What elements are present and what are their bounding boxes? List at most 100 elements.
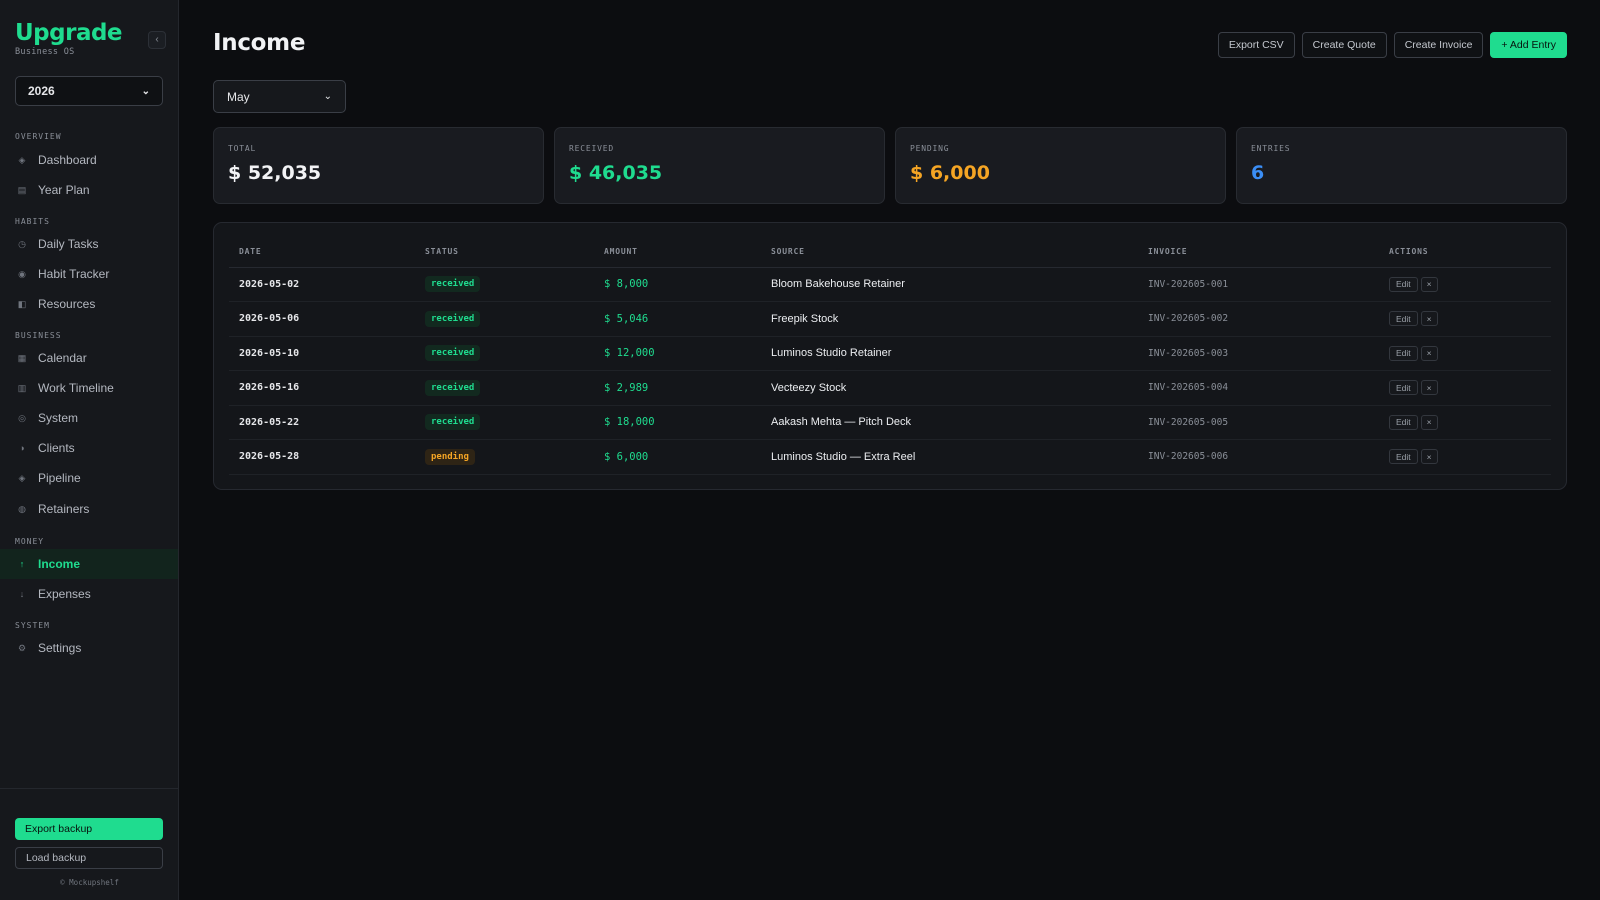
create-quote-button[interactable]: Create Quote bbox=[1301, 32, 1387, 58]
cell-invoice: INV-202605-006 bbox=[1138, 439, 1379, 475]
sidebar-item-label: Expenses bbox=[38, 587, 91, 601]
page-title: Income bbox=[213, 30, 306, 56]
cell-status: received bbox=[415, 405, 594, 440]
sidebar-item-habit-tracker[interactable]: ◉ Habit Tracker bbox=[0, 259, 178, 289]
sidebar-item-income[interactable]: ↑ Income bbox=[0, 549, 178, 579]
cell-date: 2026-05-16 bbox=[229, 370, 415, 406]
cell-status: received bbox=[415, 301, 594, 337]
column-header-amount[interactable]: AMOUNT bbox=[594, 237, 761, 268]
sidebar-item-resources[interactable]: ◧ Resources bbox=[0, 289, 178, 319]
delete-icon[interactable]: × bbox=[1420, 276, 1438, 292]
export-backup-button[interactable]: Export backup bbox=[15, 818, 163, 840]
brand: Upgrade Business OS bbox=[15, 20, 123, 57]
column-header-date[interactable]: DATE bbox=[229, 237, 415, 268]
cell-source: Vecteezy Stock bbox=[761, 370, 1138, 406]
collapse-sidebar-button[interactable]: ‹ bbox=[148, 31, 166, 49]
table-row: 2026-05-28 pending $ 6,000 Luminos Studi… bbox=[229, 439, 1551, 475]
sidebar-item-dashboard[interactable]: ◈ Dashboard bbox=[0, 145, 178, 175]
sidebar-item-year-plan[interactable]: ▤ Year Plan bbox=[0, 175, 178, 205]
sidebar-item-settings[interactable]: ⚙ Settings bbox=[0, 633, 178, 663]
cell-source: Luminos Studio Retainer bbox=[761, 336, 1138, 371]
sidebar-divider bbox=[0, 788, 178, 789]
load-backup-button[interactable]: Load backup bbox=[15, 847, 163, 869]
export-csv-button[interactable]: Export CSV bbox=[1217, 32, 1295, 58]
chevron-down-icon: ⌄ bbox=[141, 85, 150, 97]
sidebar-item-daily-tasks[interactable]: ◷ Daily Tasks bbox=[0, 229, 178, 259]
status-badge: received bbox=[425, 379, 481, 396]
sidebar-item-label: Daily Tasks bbox=[38, 237, 99, 251]
retainers-icon: ◍ bbox=[18, 503, 26, 514]
delete-icon[interactable]: × bbox=[1420, 380, 1438, 396]
sidebar-item-work-timeline[interactable]: ▥ Work Timeline bbox=[0, 373, 178, 403]
sidebar-item-pipeline[interactable]: ◈ Pipeline bbox=[0, 463, 178, 493]
delete-icon[interactable]: × bbox=[1420, 414, 1438, 430]
cell-amount: $ 8,000 bbox=[594, 267, 761, 302]
table-row: 2026-05-06 received $ 5,046 Freepik Stoc… bbox=[229, 301, 1551, 337]
cell-date: 2026-05-22 bbox=[229, 405, 415, 440]
stat-card-entries: ENTRIES 6 bbox=[1236, 127, 1567, 204]
income-table-card: DATE STATUS AMOUNT SOURCE INVOICE ACTION… bbox=[213, 222, 1567, 490]
edit-button[interactable]: Edit bbox=[1389, 276, 1418, 292]
gear-icon: ⚙ bbox=[17, 642, 27, 653]
pipeline-icon: ◈ bbox=[18, 472, 26, 483]
status-badge: received bbox=[425, 414, 481, 431]
cell-status: received bbox=[415, 267, 594, 302]
clients-icon: ◑ bbox=[19, 443, 25, 453]
year-select[interactable]: 2026 ⌄ bbox=[15, 76, 163, 106]
status-badge: pending bbox=[425, 448, 475, 465]
add-entry-button[interactable]: + Add Entry bbox=[1490, 32, 1567, 58]
stat-value: $ 52,035 bbox=[228, 162, 322, 184]
cell-source: Bloom Bakehouse Retainer bbox=[761, 267, 1138, 302]
cell-invoice: INV-202605-005 bbox=[1138, 405, 1379, 440]
stat-label: TOTAL bbox=[228, 144, 257, 153]
stat-value: $ 6,000 bbox=[910, 162, 990, 184]
column-header-source[interactable]: SOURCE bbox=[761, 237, 1138, 268]
table-row: 2026-05-10 received $ 12,000 Luminos Stu… bbox=[229, 336, 1551, 371]
sidebar-item-label: Income bbox=[38, 557, 81, 571]
sidebar-item-expenses[interactable]: ↓ Expenses bbox=[0, 579, 178, 609]
stat-label: ENTRIES bbox=[1251, 144, 1291, 153]
table-row: 2026-05-16 received $ 2,989 Vecteezy Sto… bbox=[229, 370, 1551, 406]
sidebar-item-label: Dashboard bbox=[38, 153, 97, 167]
delete-icon[interactable]: × bbox=[1420, 449, 1438, 465]
timeline-icon: ▥ bbox=[17, 382, 27, 393]
delete-icon[interactable]: × bbox=[1420, 345, 1438, 361]
column-header-invoice[interactable]: INVOICE bbox=[1138, 237, 1379, 268]
sidebar-item-label: Habit Tracker bbox=[38, 267, 110, 281]
status-badge: received bbox=[425, 345, 481, 362]
cell-status: received bbox=[415, 336, 594, 371]
edit-button[interactable]: Edit bbox=[1389, 311, 1418, 327]
cell-amount: $ 2,989 bbox=[594, 370, 761, 406]
sidebar-item-clients[interactable]: ◑ Clients bbox=[0, 433, 178, 463]
nav-section-habits: HABITS bbox=[15, 217, 50, 226]
cell-date: 2026-05-10 bbox=[229, 336, 415, 371]
edit-button[interactable]: Edit bbox=[1389, 414, 1418, 430]
cell-invoice: INV-202605-002 bbox=[1138, 301, 1379, 337]
edit-button[interactable]: Edit bbox=[1389, 380, 1418, 396]
sidebar-item-label: Retainers bbox=[38, 502, 90, 516]
stat-value: 6 bbox=[1251, 162, 1265, 184]
cell-date: 2026-05-06 bbox=[229, 301, 415, 337]
nav-section-system: SYSTEM bbox=[15, 621, 50, 630]
delete-icon[interactable]: × bbox=[1420, 311, 1438, 327]
sidebar-item-calendar[interactable]: ▦ Calendar bbox=[0, 343, 178, 373]
brand-logo[interactable]: Upgrade bbox=[15, 20, 123, 46]
table-header-row: DATE STATUS AMOUNT SOURCE INVOICE ACTION… bbox=[229, 237, 1551, 268]
system-icon: ◎ bbox=[18, 412, 26, 423]
cell-actions: Edit × bbox=[1379, 370, 1551, 406]
clock-icon: ◷ bbox=[18, 238, 26, 249]
cell-actions: Edit × bbox=[1379, 301, 1551, 337]
cell-actions: Edit × bbox=[1379, 405, 1551, 440]
create-invoice-button[interactable]: Create Invoice bbox=[1393, 32, 1484, 58]
sidebar-item-system[interactable]: ◎ System bbox=[0, 403, 178, 433]
stat-label: RECEIVED bbox=[569, 144, 614, 153]
sidebar-item-retainers[interactable]: ◍ Retainers bbox=[0, 494, 178, 524]
edit-button[interactable]: Edit bbox=[1389, 345, 1418, 361]
month-select[interactable]: May ⌄ bbox=[213, 80, 346, 113]
cell-amount: $ 6,000 bbox=[594, 439, 761, 475]
year-select-value: 2026 bbox=[28, 84, 55, 98]
cell-invoice: INV-202605-004 bbox=[1138, 370, 1379, 406]
column-header-status[interactable]: STATUS bbox=[415, 237, 594, 268]
copyright-text: © Mockupshelf bbox=[60, 878, 119, 887]
edit-button[interactable]: Edit bbox=[1389, 449, 1418, 465]
